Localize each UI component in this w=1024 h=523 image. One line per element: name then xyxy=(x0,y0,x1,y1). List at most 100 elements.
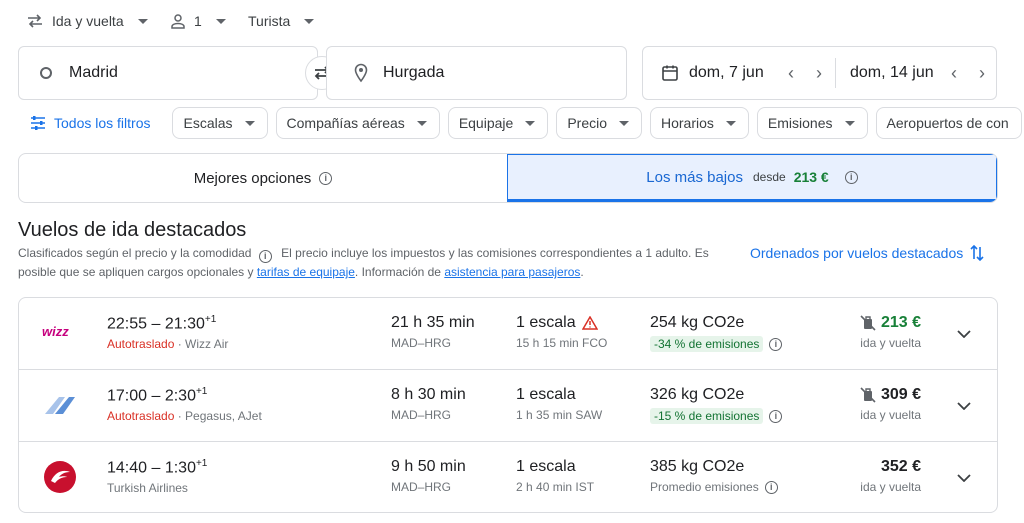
filter-emissions[interactable]: Emisiones xyxy=(756,107,868,139)
section-description: Clasificados según el precio y la comodi… xyxy=(18,244,733,282)
passengers-count: 1 xyxy=(194,13,202,29)
filter-baggage[interactable]: Equipaje xyxy=(447,107,549,139)
flight-duration: 8 h 30 min MAD–HRG xyxy=(391,386,466,422)
swap-arrows-icon xyxy=(26,12,44,30)
stops-text: 1 escala xyxy=(516,386,576,403)
flight-stops: 1 escala 15 h 15 min FCO xyxy=(516,314,607,350)
info-icon[interactable]: i xyxy=(319,171,333,185)
location-pin-icon xyxy=(353,63,369,83)
chevron-down-icon xyxy=(137,18,148,24)
route-text: MAD–HRG xyxy=(391,336,452,350)
flight-price: 309 € ida y vuelta xyxy=(859,386,921,422)
plus-days: +1 xyxy=(204,314,217,325)
info-icon[interactable]: i xyxy=(764,480,778,494)
turkish-airlines-logo xyxy=(43,460,77,494)
chip-label: Escalas xyxy=(183,115,233,131)
origin-field[interactable]: Madrid xyxy=(18,46,318,100)
depart-date[interactable]: dom, 7 jun xyxy=(689,64,777,82)
price-note: ida y vuelta xyxy=(860,336,921,350)
filter-times[interactable]: Horarios xyxy=(650,107,749,139)
filter-price[interactable]: Precio xyxy=(556,107,642,139)
chevron-down-icon xyxy=(619,120,629,126)
all-filters-button[interactable]: Todos los filtros xyxy=(30,115,150,131)
from-price: 213 € xyxy=(793,169,829,185)
times-text: 22:55 – 21:30 xyxy=(107,315,205,333)
trip-type-label: Ida y vuelta xyxy=(52,13,124,29)
info-icon[interactable]: i xyxy=(769,409,783,423)
info-icon[interactable]: i xyxy=(769,337,783,351)
destination-field[interactable]: Hurgada xyxy=(326,46,627,100)
self-transfer-label: Autotraslado xyxy=(107,409,175,424)
expand-button[interactable] xyxy=(954,468,974,488)
passengers-select[interactable]: 1 xyxy=(170,9,226,33)
stops-text: 1 escala xyxy=(516,314,576,331)
info-icon[interactable]: i xyxy=(844,170,858,184)
expand-button[interactable] xyxy=(954,396,974,416)
price-text: 309 € xyxy=(880,386,921,403)
route-text: MAD–HRG xyxy=(391,480,452,494)
flight-emissions: 254 kg CO2e -34 % de emisiones i xyxy=(650,314,783,352)
chevron-down-icon xyxy=(957,330,971,338)
layover-text: 1 h 35 min SAW xyxy=(516,408,603,422)
tab-cheapest[interactable]: Los más bajos desde 213 € i xyxy=(507,154,997,202)
price-text: 352 € xyxy=(880,458,921,475)
flight-price: 213 € ida y vuelta xyxy=(859,314,921,350)
origin-value: Madrid xyxy=(69,64,118,81)
flight-times: 22:55 – 21:30+1 Autotraslado · Wizz Air xyxy=(107,314,228,351)
emissions-badge: -15 % de emisiones xyxy=(650,408,764,424)
chevron-down-icon xyxy=(957,402,971,410)
sort-button[interactable]: Ordenados por vuelos destacados xyxy=(750,244,985,262)
destination-value: Hurgada xyxy=(383,64,445,81)
chevron-right-icon[interactable]: › xyxy=(972,63,992,84)
dates-field[interactable]: dom, 7 jun ‹ › dom, 14 jun ‹ › xyxy=(642,46,997,100)
chip-label: Horarios xyxy=(661,115,714,131)
passenger-assistance-link[interactable]: asistencia para pasajeros xyxy=(444,265,580,279)
flight-duration: 9 h 50 min MAD–HRG xyxy=(391,458,466,494)
airline-name: · Pegasus, AJet xyxy=(174,409,262,424)
baggage-fees-link[interactable]: tarifas de equipaje xyxy=(257,265,355,279)
sort-label: Ordenados por vuelos destacados xyxy=(750,245,964,261)
flight-row[interactable]: wizz 22:55 – 21:30+1 Autotraslado · Wizz… xyxy=(19,298,997,370)
tab-best-label: Mejores opciones xyxy=(193,169,312,187)
filter-airlines[interactable]: Compañías aéreas xyxy=(275,107,440,139)
chevron-down-icon xyxy=(525,120,536,126)
from-label: desde xyxy=(752,170,786,184)
price-note: ida y vuelta xyxy=(860,408,921,422)
chevron-right-icon[interactable]: › xyxy=(809,63,829,84)
filter-connecting-airports[interactable]: Aeropuertos de con xyxy=(875,107,1022,139)
class-select[interactable]: Turista xyxy=(248,9,315,33)
chevron-down-icon xyxy=(844,120,855,126)
flight-duration: 21 h 35 min MAD–HRG xyxy=(391,314,475,350)
person-icon xyxy=(170,13,186,29)
chip-label: Emisiones xyxy=(767,115,833,131)
trip-type-select[interactable]: Ida y vuelta xyxy=(26,9,148,33)
flight-row[interactable]: 14:40 – 1:30+1 Turkish Airlines 9 h 50 m… xyxy=(19,442,997,514)
co2-text: 326 kg CO2e xyxy=(650,386,745,403)
co2-text: 254 kg CO2e xyxy=(650,314,745,331)
tab-best[interactable]: Mejores opciones i xyxy=(19,154,507,202)
chevron-down-icon xyxy=(244,120,255,126)
desc-text: . xyxy=(580,265,584,279)
filter-stops[interactable]: Escalas xyxy=(172,107,268,139)
tab-cheapest-label: Los más bajos xyxy=(646,168,743,186)
no-carry-on-icon xyxy=(859,314,877,332)
svg-text:wizz: wizz xyxy=(42,324,69,339)
flight-times: 17:00 – 2:30+1 Autotraslado · Pegasus, A… xyxy=(107,386,262,423)
emissions-text: Promedio emisiones xyxy=(650,480,759,494)
flight-stops: 1 escala 1 h 35 min SAW xyxy=(516,386,602,422)
desc-text: . Información de xyxy=(354,265,441,279)
chip-label: Aeropuertos de con xyxy=(886,115,1009,131)
route-text: MAD–HRG xyxy=(391,408,452,422)
flight-price: 352 € ida y vuelta xyxy=(860,458,921,494)
info-icon[interactable]: i xyxy=(258,250,272,263)
return-date[interactable]: dom, 14 jun xyxy=(850,64,936,82)
stops-text: 1 escala xyxy=(516,458,576,475)
duration-text: 21 h 35 min xyxy=(391,314,475,331)
chevron-left-icon[interactable]: ‹ xyxy=(944,63,964,84)
pegasus-logo xyxy=(43,394,77,416)
airline-name: · Wizz Air xyxy=(174,337,229,352)
flight-row[interactable]: 17:00 – 2:30+1 Autotraslado · Pegasus, A… xyxy=(19,370,997,442)
chevron-left-icon[interactable]: ‹ xyxy=(781,63,801,84)
circle-icon xyxy=(39,66,53,80)
expand-button[interactable] xyxy=(954,324,974,344)
